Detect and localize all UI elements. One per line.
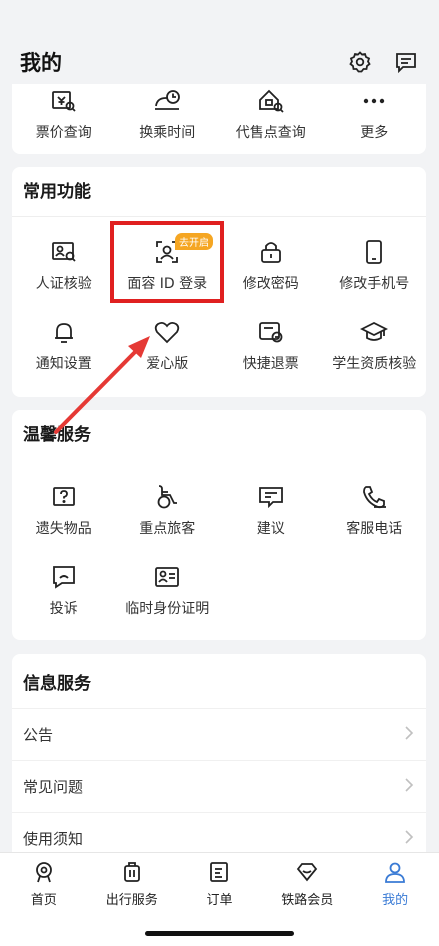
message-icon[interactable]	[393, 49, 419, 75]
person-icon	[382, 859, 408, 885]
tab-orders-label: 订单	[206, 893, 233, 908]
face-id-login[interactable]: 去开启 面容 ID 登录	[116, 225, 220, 305]
tab-railway-member[interactable]: 铁路会员	[263, 859, 351, 919]
quick-refund[interactable]: 快捷退票	[219, 305, 323, 385]
student-verify[interactable]: 学生资质核验	[323, 305, 427, 385]
change-password-label: 修改密码	[242, 276, 299, 292]
tab-railway-member-label: 铁路会员	[281, 893, 334, 908]
complaint-icon	[49, 562, 79, 592]
change-phone[interactable]: 修改手机号	[323, 225, 427, 305]
tab-home-label: 首页	[30, 893, 57, 908]
care-version[interactable]: 爱心版	[116, 305, 220, 385]
faq-label: 常见问题	[23, 778, 84, 796]
common-functions-title: 常用功能	[12, 167, 426, 217]
warm-services-title: 温馨服务	[23, 425, 91, 445]
id-verify[interactable]: 人证核验	[12, 225, 116, 305]
phone-icon	[359, 237, 389, 267]
info-services-title: 信息服务	[23, 674, 91, 694]
page-title: 我的	[20, 51, 62, 75]
chevron-right-icon	[404, 829, 414, 849]
heart-icon	[152, 317, 182, 347]
more-tools[interactable]: 更多	[323, 74, 427, 154]
transfer-time[interactable]: 换乘时间	[116, 74, 220, 154]
wheelchair-icon	[152, 482, 182, 512]
agency-search-icon	[256, 86, 286, 116]
list-item-faq[interactable]: 常见问题	[12, 760, 426, 812]
luggage-icon	[119, 859, 145, 885]
id-verify-icon	[49, 237, 79, 267]
suggestion-icon	[256, 482, 286, 512]
temp-id-icon	[152, 562, 182, 592]
enable-badge: 去开启	[175, 233, 213, 250]
quick-refund-label: 快捷退票	[242, 356, 299, 372]
complaint-label: 投诉	[49, 601, 78, 617]
ticket-price-query[interactable]: 票价查询	[12, 74, 116, 154]
tab-mine-label: 我的	[382, 893, 409, 908]
announcement-label: 公告	[23, 726, 54, 744]
transfer-time-icon	[152, 86, 182, 116]
order-icon	[206, 859, 232, 885]
tab-travel-service-label: 出行服务	[105, 893, 158, 908]
common-functions-card: 常用功能 人证核验 去开启 面容 ID 登录 修改密码 修改手机号 通知设置 爱…	[12, 167, 426, 397]
chevron-right-icon	[404, 725, 414, 745]
home-icon	[31, 859, 57, 885]
care-version-label: 爱心版	[146, 356, 189, 372]
change-phone-label: 修改手机号	[339, 276, 410, 292]
change-password[interactable]: 修改密码	[219, 225, 323, 305]
more-label: 更多	[360, 125, 389, 141]
service-hotline[interactable]: 客服电话	[323, 470, 427, 550]
terms-label: 使用须知	[23, 830, 84, 848]
diamond-icon	[294, 859, 320, 885]
info-services-card: 信息服务 公告 常见问题 使用须知	[12, 654, 426, 884]
notification-settings[interactable]: 通知设置	[12, 305, 116, 385]
settings-gear-icon[interactable]	[347, 49, 373, 75]
temporary-id[interactable]: 临时身份证明	[116, 550, 220, 630]
tab-orders[interactable]: 订单	[176, 859, 264, 919]
id-verify-label: 人证核验	[35, 276, 92, 292]
priority-passenger[interactable]: 重点旅客	[116, 470, 220, 550]
student-verify-label: 学生资质核验	[332, 356, 417, 372]
status-bar	[0, 0, 439, 40]
notification-settings-label: 通知设置	[35, 356, 92, 372]
list-item-announcement[interactable]: 公告	[12, 708, 426, 760]
ticket-price-icon	[49, 86, 79, 116]
lock-icon	[256, 237, 286, 267]
ticket-price-label: 票价查询	[35, 125, 92, 141]
transfer-time-label: 换乘时间	[139, 125, 196, 141]
priority-passenger-label: 重点旅客	[139, 521, 196, 537]
suggestion-label: 建议	[256, 521, 285, 537]
chevron-right-icon	[404, 777, 414, 797]
student-cap-icon	[359, 317, 389, 347]
temporary-id-label: 临时身份证明	[125, 601, 210, 617]
quick-tools-card: 票价查询 换乘时间 代售点查询 更多	[12, 84, 426, 154]
face-id-label: 面容 ID 登录	[127, 276, 208, 292]
lost-item-icon	[49, 482, 79, 512]
tab-travel-service[interactable]: 出行服务	[88, 859, 176, 919]
lost-items[interactable]: 遗失物品	[12, 470, 116, 550]
quick-refund-icon	[256, 317, 286, 347]
complaint[interactable]: 投诉	[12, 550, 116, 630]
bell-icon	[49, 317, 79, 347]
service-hotline-label: 客服电话	[346, 521, 403, 537]
tab-mine[interactable]: 我的	[351, 859, 439, 919]
warm-services-card: 温馨服务 遗失物品 重点旅客 建议 客服电话 投诉 临时身份证明	[12, 410, 426, 640]
more-icon	[359, 86, 389, 116]
tab-home[interactable]: 首页	[0, 859, 88, 919]
agency-search-label: 代售点查询	[235, 125, 306, 141]
phone-call-icon	[359, 482, 389, 512]
lost-items-label: 遗失物品	[35, 521, 92, 537]
agency-search[interactable]: 代售点查询	[219, 74, 323, 154]
home-indicator	[145, 931, 294, 936]
suggestion[interactable]: 建议	[219, 470, 323, 550]
bottom-tab-bar: 首页 出行服务 订单 铁路会员 我的	[0, 852, 439, 946]
